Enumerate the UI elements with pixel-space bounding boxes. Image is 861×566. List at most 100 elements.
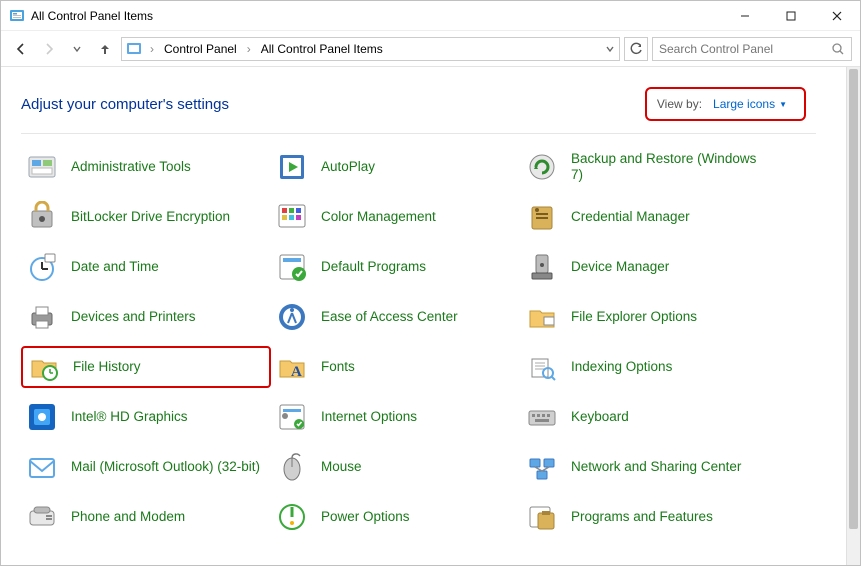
window-controls — [722, 1, 860, 31]
control-panel-item[interactable]: Administrative Tools — [21, 146, 271, 188]
control-panel-item[interactable]: Default Programs — [271, 246, 521, 288]
item-label: Internet Options — [321, 409, 417, 425]
item-label: Devices and Printers — [71, 309, 196, 325]
control-panel-item[interactable]: Intel® HD Graphics — [21, 396, 271, 438]
vertical-scrollbar[interactable] — [846, 67, 860, 565]
control-panel-item[interactable]: Device Manager — [521, 246, 771, 288]
network-icon — [525, 450, 559, 484]
item-label: Ease of Access Center — [321, 309, 458, 325]
close-button[interactable] — [814, 1, 860, 31]
control-panel-item[interactable]: File Explorer Options — [521, 296, 771, 338]
address-bar[interactable]: Control Panel All Control Panel Items — [121, 37, 620, 61]
item-label: AutoPlay — [321, 159, 375, 175]
control-panel-item[interactable]: Keyboard — [521, 396, 771, 438]
filehistory-icon — [27, 350, 61, 384]
page-heading: Adjust your computer's settings — [21, 96, 229, 113]
title-bar: All Control Panel Items — [1, 1, 860, 31]
credential-icon — [525, 200, 559, 234]
control-panel-item[interactable]: Mail (Microsoft Outlook) (32-bit) — [21, 446, 271, 488]
control-panel-item[interactable]: Internet Options — [271, 396, 521, 438]
datetime-icon — [25, 250, 59, 284]
autoplay-icon — [275, 150, 309, 184]
forward-button[interactable] — [37, 37, 61, 61]
recent-locations-button[interactable] — [65, 37, 89, 61]
control-panel-item[interactable]: Ease of Access Center — [271, 296, 521, 338]
ease-icon — [275, 300, 309, 334]
admin-tools-icon — [25, 150, 59, 184]
control-panel-icon — [126, 41, 142, 57]
search-input[interactable] — [659, 42, 845, 56]
back-button[interactable] — [9, 37, 33, 61]
control-panel-item[interactable]: Phone and Modem — [21, 496, 271, 538]
item-label: File History — [73, 359, 141, 375]
item-label: Keyboard — [571, 409, 629, 425]
printers-icon — [25, 300, 59, 334]
control-panel-item[interactable]: Network and Sharing Center — [521, 446, 771, 488]
programs-icon — [525, 500, 559, 534]
item-label: Mail (Microsoft Outlook) (32-bit) — [71, 459, 260, 475]
up-button[interactable] — [93, 37, 117, 61]
content-area: Adjust your computer's settings View by:… — [1, 67, 846, 565]
item-label: Programs and Features — [571, 509, 713, 525]
item-label: Power Options — [321, 509, 410, 525]
intel-icon — [25, 400, 59, 434]
item-label: Fonts — [321, 359, 355, 375]
explorer-opts-icon — [525, 300, 559, 334]
window-title: All Control Panel Items — [31, 9, 153, 23]
chevron-icon[interactable] — [146, 42, 158, 56]
indexing-icon — [525, 350, 559, 384]
navigation-bar: Control Panel All Control Panel Items — [1, 31, 860, 67]
item-label: File Explorer Options — [571, 309, 697, 325]
search-icon — [831, 42, 845, 56]
mouse-icon — [275, 450, 309, 484]
control-panel-item[interactable]: Date and Time — [21, 246, 271, 288]
divider — [21, 133, 816, 134]
control-panel-item[interactable]: Credential Manager — [521, 196, 771, 238]
search-box[interactable] — [652, 37, 852, 61]
control-panel-item[interactable]: Indexing Options — [521, 346, 771, 388]
address-dropdown-icon[interactable] — [605, 44, 615, 54]
item-label: Indexing Options — [571, 359, 672, 375]
breadcrumb-root[interactable]: Control Panel — [162, 42, 239, 56]
backup-icon — [525, 150, 559, 184]
control-panel-item[interactable]: Devices and Printers — [21, 296, 271, 338]
bitlocker-icon — [25, 200, 59, 234]
devicemgr-icon — [525, 250, 559, 284]
items-grid: Administrative Tools AutoPlay Backup and R… — [21, 146, 846, 538]
item-label: Default Programs — [321, 259, 426, 275]
keyboard-icon — [525, 400, 559, 434]
item-label: Backup and Restore (Windows 7) — [571, 151, 767, 182]
item-label: Mouse — [321, 459, 362, 475]
app-icon — [9, 8, 25, 24]
chevron-icon[interactable] — [243, 42, 255, 56]
phone-icon — [25, 500, 59, 534]
control-panel-item[interactable]: File History — [21, 346, 271, 388]
control-panel-item[interactable]: Backup and Restore (Windows 7) — [521, 146, 771, 188]
control-panel-item[interactable]: Power Options — [271, 496, 521, 538]
item-label: Administrative Tools — [71, 159, 191, 175]
item-label: Intel® HD Graphics — [71, 409, 187, 425]
control-panel-item[interactable]: Color Management — [271, 196, 521, 238]
item-label: Date and Time — [71, 259, 159, 275]
item-label: Device Manager — [571, 259, 669, 275]
view-by-value: Large icons — [713, 97, 775, 111]
control-panel-item[interactable]: AutoPlay — [271, 146, 521, 188]
defaults-icon — [275, 250, 309, 284]
view-by-control[interactable]: View by: Large icons ▼ — [645, 87, 806, 121]
item-label: Phone and Modem — [71, 509, 185, 525]
color-icon — [275, 200, 309, 234]
control-panel-item[interactable]: Programs and Features — [521, 496, 771, 538]
minimize-button[interactable] — [722, 1, 768, 31]
dropdown-icon: ▼ — [779, 100, 787, 109]
fonts-icon — [275, 350, 309, 384]
control-panel-item[interactable]: Fonts — [271, 346, 521, 388]
control-panel-item[interactable]: BitLocker Drive Encryption — [21, 196, 271, 238]
scrollbar-thumb[interactable] — [849, 69, 858, 529]
internet-icon — [275, 400, 309, 434]
view-by-dropdown[interactable]: Large icons ▼ — [708, 95, 794, 113]
view-by-label: View by: — [657, 97, 702, 111]
refresh-button[interactable] — [624, 37, 648, 61]
maximize-button[interactable] — [768, 1, 814, 31]
control-panel-item[interactable]: Mouse — [271, 446, 521, 488]
breadcrumb-current[interactable]: All Control Panel Items — [259, 42, 385, 56]
